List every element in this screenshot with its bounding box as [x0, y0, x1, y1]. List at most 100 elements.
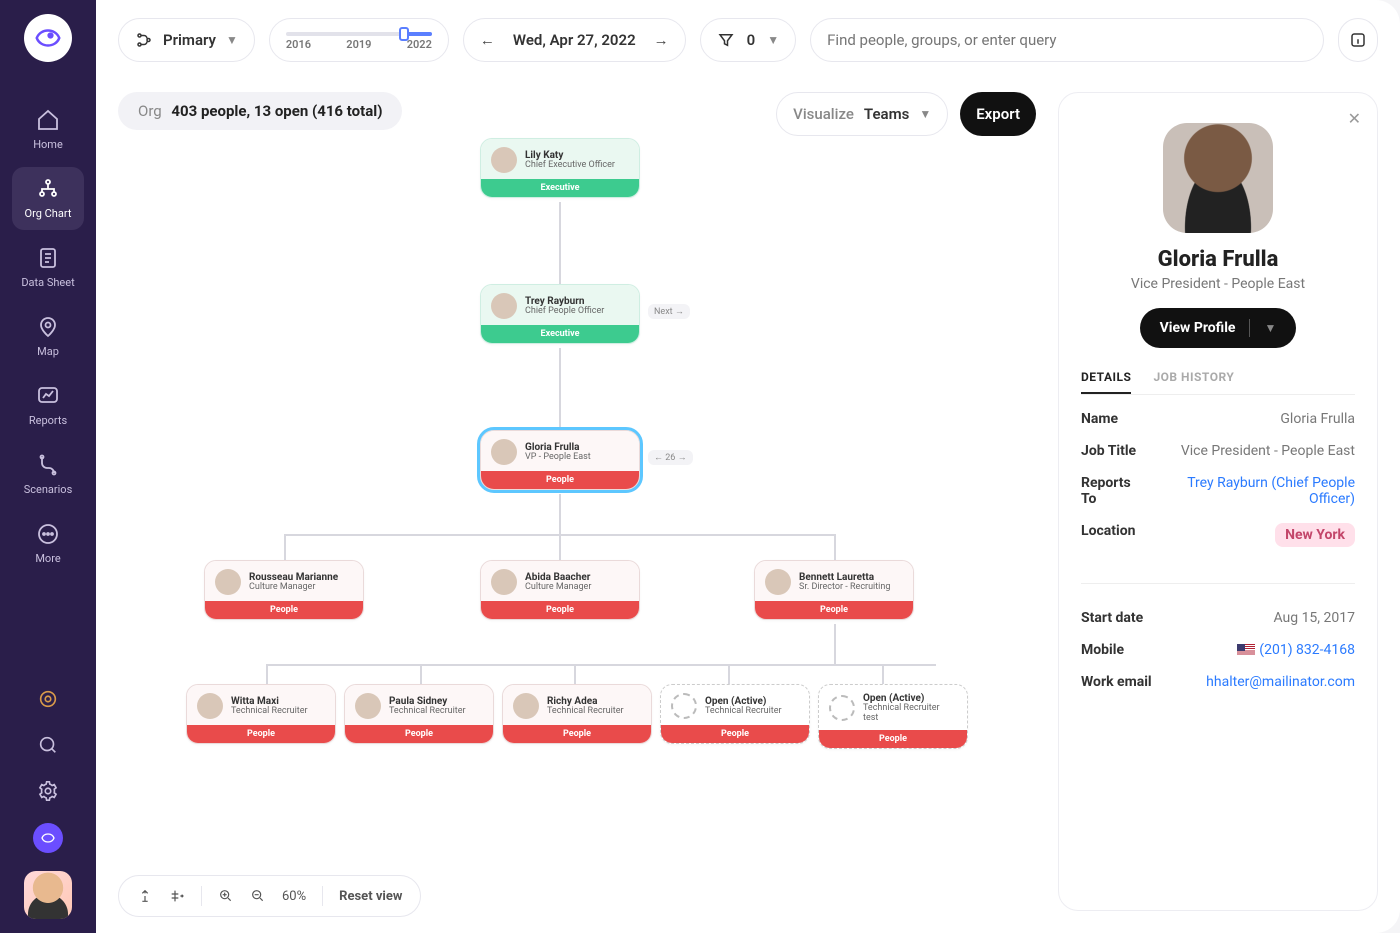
- target-icon[interactable]: [34, 685, 62, 713]
- app-logo[interactable]: [24, 14, 72, 62]
- connector: [420, 664, 422, 684]
- org-node[interactable]: Abida BaacherCulture Manager People: [480, 560, 640, 620]
- node-badge[interactable]: ← 26 →: [648, 450, 693, 465]
- visualize-value: Teams: [864, 105, 909, 123]
- nav-label: More: [35, 552, 60, 565]
- chevron-down-icon: ▼: [919, 107, 931, 121]
- node-name: Open (Active): [705, 696, 782, 707]
- org-node[interactable]: Paula SidneyTechnical Recruiter People: [344, 684, 494, 744]
- field-value-link[interactable]: (201) 832-4168: [1237, 642, 1355, 658]
- search-box[interactable]: [810, 18, 1324, 62]
- node-name: Gloria Frulla: [525, 442, 591, 453]
- nav-data-sheet[interactable]: Data Sheet: [12, 236, 84, 299]
- zoom-in-icon[interactable]: [218, 888, 234, 904]
- node-group: People: [661, 725, 809, 743]
- node-title: Chief People Officer: [525, 307, 604, 317]
- current-user-avatar[interactable]: [24, 871, 72, 919]
- fit-icon[interactable]: [137, 888, 153, 904]
- nav-map[interactable]: Map: [12, 305, 84, 368]
- map-pin-icon: [36, 315, 60, 339]
- avatar: [491, 439, 517, 465]
- connector: [834, 624, 836, 664]
- view-profile-label: View Profile: [1160, 320, 1236, 336]
- connector: [834, 534, 836, 560]
- nav-more[interactable]: More: [12, 512, 84, 575]
- avatar: [491, 293, 517, 319]
- visualize-selector[interactable]: Visualize Teams ▼: [776, 92, 948, 136]
- info-button[interactable]: [1338, 18, 1378, 62]
- node-name: Paula Sidney: [389, 696, 466, 707]
- date-picker[interactable]: ← Wed, Apr 27, 2022 →: [463, 18, 686, 62]
- org-node-selected[interactable]: Gloria FrullaVP - People East People: [480, 430, 640, 490]
- connector: [574, 664, 576, 684]
- node-name: Rousseau Marianne: [249, 572, 338, 583]
- timeline-year: 2019: [346, 38, 371, 51]
- org-node[interactable]: Trey RayburnChief People Officer Executi…: [480, 284, 640, 344]
- zoom-level: 60%: [282, 889, 306, 904]
- field-label: Mobile: [1081, 642, 1124, 658]
- person-panel: ✕ Gloria Frulla Vice President - People …: [1058, 92, 1378, 911]
- brand-mini-icon[interactable]: [33, 823, 63, 853]
- filter-button[interactable]: 0 ▼: [700, 18, 796, 62]
- node-title: Culture Manager: [249, 583, 338, 593]
- node-badge[interactable]: Next →: [648, 304, 690, 319]
- node-group: People: [187, 725, 335, 743]
- field-value-link[interactable]: hhalter@mailinator.com: [1206, 674, 1355, 690]
- org-stat-text: 403 people, 13 open (416 total): [171, 102, 382, 120]
- node-group: Executive: [481, 325, 639, 343]
- date-prev-arrow[interactable]: ←: [480, 31, 495, 49]
- node-name: Bennett Lauretta: [799, 572, 890, 583]
- node-name: Lily Katy: [525, 150, 615, 161]
- view-selector[interactable]: Primary ▼: [118, 18, 255, 62]
- detail-row: Work emailhhalter@mailinator.com: [1081, 674, 1355, 690]
- node-name: Richy Adea: [547, 696, 624, 707]
- nav-home[interactable]: Home: [12, 98, 84, 161]
- close-icon[interactable]: ✕: [1348, 109, 1361, 128]
- tab-details[interactable]: DETAILS: [1081, 370, 1131, 394]
- timeline-year: 2016: [286, 38, 311, 51]
- timeline-track[interactable]: [286, 32, 432, 36]
- org-node[interactable]: Witta MaxiTechnical Recruiter People: [186, 684, 336, 744]
- collapse-icon[interactable]: [169, 888, 185, 904]
- timeline-handle[interactable]: [399, 27, 409, 41]
- avatar: [355, 693, 381, 719]
- nav-reports[interactable]: Reports: [12, 374, 84, 437]
- connector: [728, 664, 730, 684]
- date-next-arrow[interactable]: →: [654, 31, 669, 49]
- chevron-down-icon: ▼: [226, 33, 238, 47]
- divider: [201, 886, 202, 906]
- reset-view-button[interactable]: Reset view: [339, 889, 402, 904]
- tab-job-history[interactable]: JOB HISTORY: [1153, 370, 1234, 394]
- org-stat-pill: Org 403 people, 13 open (416 total): [118, 92, 402, 130]
- chevron-down-icon[interactable]: ▼: [1264, 321, 1276, 335]
- view-selector-label: Primary: [163, 31, 216, 49]
- search-input[interactable]: [827, 31, 1307, 49]
- nav-scenarios[interactable]: Scenarios: [12, 443, 84, 506]
- connector: [266, 664, 268, 684]
- org-node-open[interactable]: Open (Active)Technical Recruiter People: [660, 684, 810, 744]
- org-chart: Lily KatyChief Executive Officer Executi…: [96, 134, 1058, 863]
- node-group: People: [755, 601, 913, 619]
- org-node[interactable]: Lily KatyChief Executive Officer Executi…: [480, 138, 640, 198]
- org-node[interactable]: Rousseau MarianneCulture Manager People: [204, 560, 364, 620]
- field-value-link[interactable]: Trey Rayburn (Chief People Officer): [1157, 475, 1355, 507]
- node-title: Technical Recruiter: [547, 707, 624, 717]
- org-node[interactable]: Bennett LaurettaSr. Director - Recruitin…: [754, 560, 914, 620]
- divider: [1081, 583, 1355, 584]
- org-node[interactable]: Richy AdeaTechnical Recruiter People: [502, 684, 652, 744]
- org-node-open[interactable]: Open (Active)Technical Recruiter test Pe…: [818, 684, 968, 749]
- chart-canvas[interactable]: Org 403 people, 13 open (416 total) Visu…: [96, 74, 1058, 933]
- nav-label: Scenarios: [24, 483, 73, 496]
- timeline-slider[interactable]: 2016 2019 2022: [269, 18, 449, 62]
- panel-tabs: DETAILS JOB HISTORY: [1081, 370, 1355, 395]
- settings-icon[interactable]: [34, 777, 62, 805]
- divider: [322, 886, 323, 906]
- export-button[interactable]: Export: [960, 92, 1036, 136]
- nav-label: Data Sheet: [21, 276, 74, 289]
- nav-label: Org Chart: [25, 207, 72, 220]
- nav-org-chart[interactable]: Org Chart: [12, 167, 84, 230]
- detail-row: Start dateAug 15, 2017: [1081, 610, 1355, 626]
- search-icon[interactable]: [34, 731, 62, 759]
- view-profile-button[interactable]: View Profile ▼: [1140, 308, 1297, 348]
- zoom-out-icon[interactable]: [250, 888, 266, 904]
